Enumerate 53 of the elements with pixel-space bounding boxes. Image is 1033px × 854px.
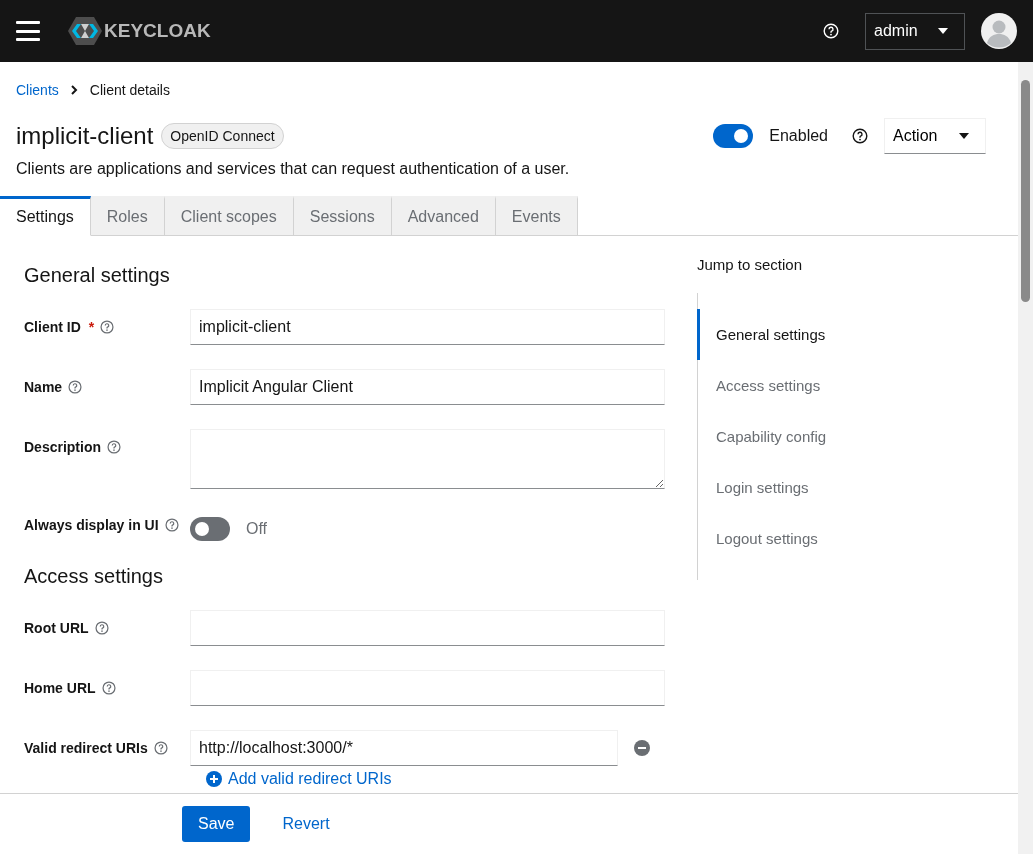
text-field[interactable]	[190, 670, 665, 706]
field-label: Always display in UI	[24, 517, 159, 533]
tab[interactable]: Sessions	[293, 196, 392, 236]
required-mark: *	[88, 319, 95, 335]
tab[interactable]: Settings	[0, 196, 91, 236]
remove-icon[interactable]	[634, 740, 650, 756]
text-field[interactable]: Implicit Angular Client	[190, 369, 665, 405]
page-description: Clients are applications and services that can request authentication of a user.	[16, 160, 571, 178]
scrollbar[interactable]	[1018, 62, 1033, 854]
breadcrumb-current: Client details	[89, 82, 170, 98]
enabled-switch[interactable]	[713, 124, 754, 148]
logo-text: KEYCLOAK	[104, 20, 211, 42]
avatar-icon[interactable]	[981, 13, 1017, 49]
field-label: Valid redirect URIs	[24, 740, 148, 756]
field-label: Home URL	[24, 680, 96, 696]
jump-link[interactable]: General settings	[697, 309, 981, 360]
jump-link[interactable]: Capability config	[697, 411, 981, 462]
breadcrumb-link[interactable]: Clients	[16, 82, 59, 98]
tab[interactable]: Roles	[90, 196, 165, 236]
section-heading: General settings	[24, 264, 171, 287]
jump-link[interactable]: Login settings	[697, 462, 981, 513]
toggle-switch[interactable]	[190, 517, 230, 541]
description-field[interactable]	[190, 429, 665, 489]
page-title: implicit-client	[16, 122, 154, 150]
revert-button[interactable]: Revert	[266, 815, 346, 833]
logo-icon	[68, 17, 102, 45]
switch-label: Enabled	[769, 127, 828, 145]
jump-link[interactable]: Access settings	[697, 360, 981, 411]
text-field[interactable]: implicit-client	[190, 309, 665, 345]
jump-heading: Jump to section	[697, 256, 804, 273]
text-field[interactable]	[190, 610, 665, 646]
user-menu[interactable]: admin	[865, 12, 965, 50]
menu-button[interactable]	[16, 21, 40, 41]
chevron-icon	[70, 85, 78, 95]
tab[interactable]: Client scopes	[164, 196, 294, 236]
section-heading: Access settings	[24, 565, 164, 588]
caret-icon	[938, 28, 948, 34]
action-dropdown[interactable]: Action	[884, 118, 986, 154]
field-label: Client ID	[24, 319, 81, 335]
url-field[interactable]: http://localhost:3000/*	[190, 730, 618, 766]
field-label: Name	[24, 379, 63, 395]
save-button[interactable]: Save	[182, 806, 251, 842]
jump-link[interactable]: Logout settings	[697, 513, 981, 564]
tab[interactable]: Advanced	[391, 196, 496, 236]
field-label: Root URL	[24, 620, 89, 636]
add-icon	[206, 771, 222, 787]
field-label: Description	[24, 439, 101, 455]
protocol-label: OpenID Connect	[161, 123, 284, 149]
help-icon[interactable]	[852, 128, 868, 144]
switch-label: Off	[246, 520, 268, 538]
caret-icon	[959, 133, 969, 139]
add-link[interactable]: Add valid redirect URIs	[206, 770, 665, 788]
tab[interactable]: Events	[495, 196, 578, 236]
